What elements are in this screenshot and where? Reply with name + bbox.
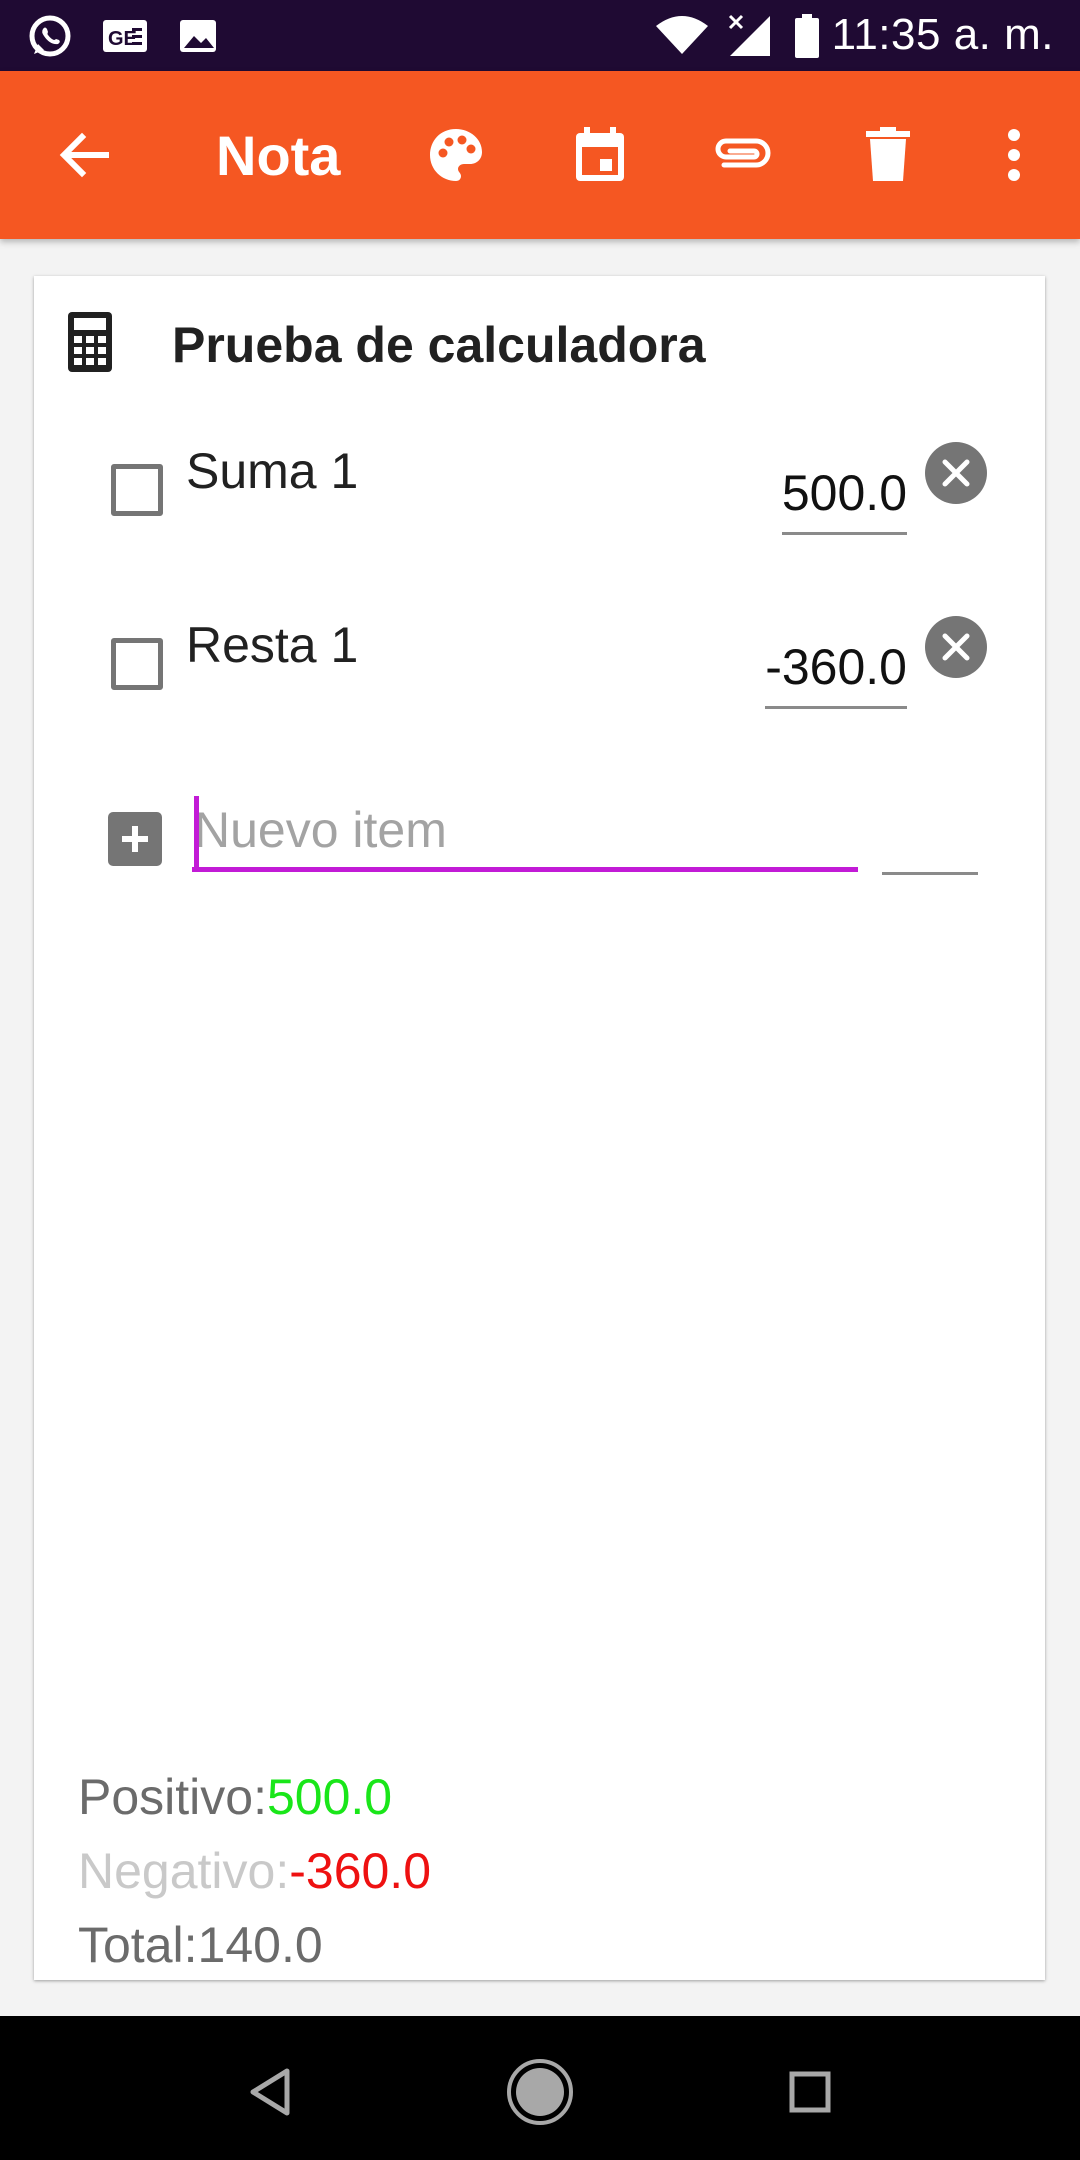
summary-negative: Negativo:-360.0 (78, 1842, 431, 1900)
signal-icon (726, 12, 774, 60)
positive-label: Positivo: (78, 1769, 267, 1825)
delete-button[interactable] (848, 115, 928, 195)
status-time: 11:35 a. m. (831, 10, 1054, 59)
arrow-back-icon (59, 132, 109, 178)
svg-text:GE: GE (108, 28, 137, 50)
item-checkbox[interactable] (111, 638, 163, 690)
item-value-field[interactable]: 500.0 (781, 464, 907, 535)
new-item-value-field[interactable] (882, 872, 978, 875)
nav-recents-button[interactable] (770, 2052, 850, 2132)
negative-value: -360.0 (289, 1843, 432, 1899)
new-item-input[interactable] (192, 792, 858, 872)
summary-total: Total:140.0 (78, 1916, 323, 1974)
total-value: 140.0 (197, 1917, 323, 1973)
nav-home-button[interactable] (500, 2052, 580, 2132)
delete-icon (866, 127, 910, 181)
calendar-button[interactable] (560, 115, 640, 195)
battery-icon (792, 12, 822, 60)
navigation-bar (0, 2016, 1080, 2160)
summary-positive: Positivo:500.0 (78, 1768, 392, 1826)
add-item-icon[interactable] (108, 812, 162, 866)
negative-label: Negativo: (78, 1843, 290, 1899)
item-checkbox[interactable] (111, 464, 163, 516)
wifi-icon (654, 12, 710, 60)
item-value-field[interactable]: -360.0 (765, 638, 907, 709)
calendar-icon (576, 127, 624, 181)
close-icon (942, 459, 970, 487)
recents-square-icon (789, 2071, 831, 2113)
page-title: Nota (216, 124, 341, 187)
nav-back-button[interactable] (230, 2052, 310, 2132)
back-button[interactable] (44, 115, 124, 195)
image-icon (174, 12, 222, 60)
remove-item-button[interactable] (925, 442, 987, 504)
attach-icon (715, 138, 771, 168)
note-card: Prueba de calculadora Suma 1 500.0 Resta… (34, 276, 1045, 1980)
remove-item-button[interactable] (925, 616, 987, 678)
item-label[interactable]: Suma 1 (186, 442, 358, 500)
attach-button[interactable] (702, 115, 782, 195)
home-circle-icon (507, 2059, 573, 2125)
total-label: Total: (78, 1917, 198, 1973)
note-title[interactable]: Prueba de calculadora (172, 316, 706, 374)
close-icon (942, 633, 970, 661)
news-icon: GE (100, 12, 150, 60)
more-vert-icon (1008, 129, 1020, 181)
list-item: Resta 1 -360.0 (34, 606, 1045, 726)
list-item: Suma 1 500.0 (34, 432, 1045, 552)
palette-button[interactable] (416, 115, 496, 195)
app-bar: Nota (0, 71, 1080, 239)
more-options-button[interactable] (974, 115, 1054, 195)
positive-value: 500.0 (266, 1769, 393, 1825)
back-triangle-icon (250, 2068, 290, 2116)
calculator-icon (68, 312, 112, 372)
item-label[interactable]: Resta 1 (186, 616, 358, 674)
palette-icon (430, 129, 482, 181)
whatsapp-icon (26, 12, 74, 60)
status-bar: GE 11:35 a. m. (0, 0, 1080, 71)
text-cursor (194, 796, 199, 868)
